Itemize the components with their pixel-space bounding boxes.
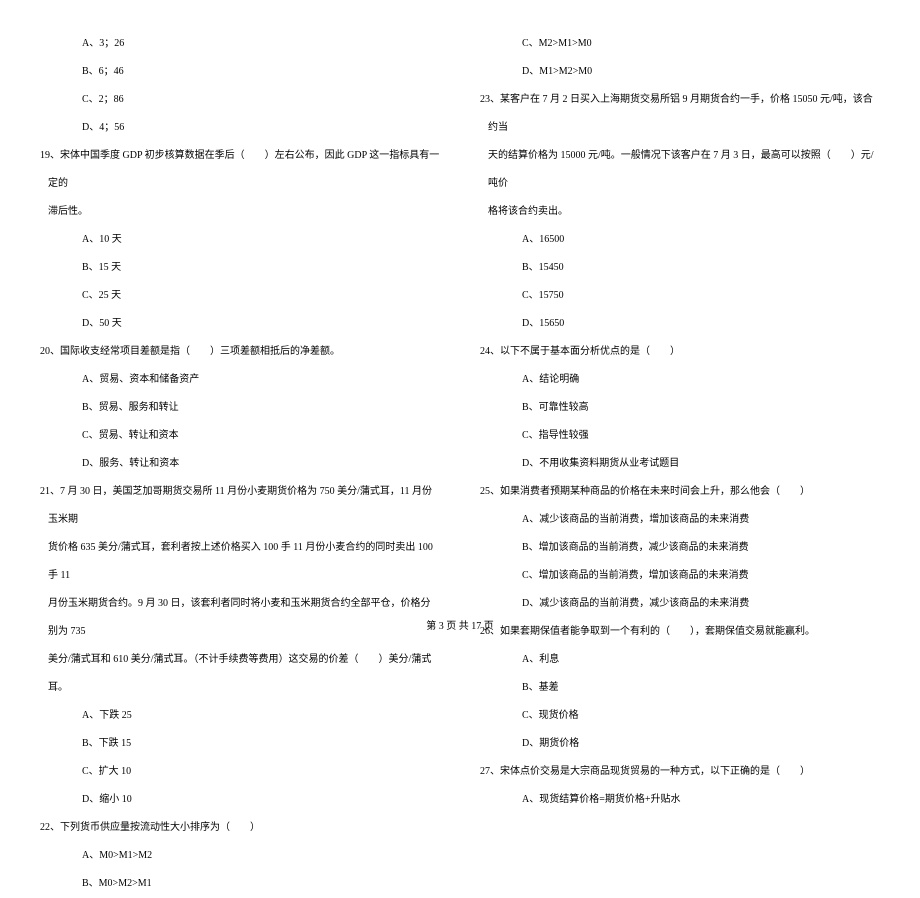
q27-option-a: A、现货结算价格=期货价格+升贴水 bbox=[480, 786, 880, 814]
q25-option-d: D、减少该商品的当前消费，减少该商品的未来消费 bbox=[480, 590, 880, 618]
q23-cont1: 天的结算价格为 15000 元/吨。一般情况下该客户在 7 月 3 日，最高可以… bbox=[480, 142, 880, 198]
q27-text: 27、宋体点价交易是大宗商品现货贸易的一种方式，以下正确的是（ ） bbox=[480, 758, 880, 786]
q24-option-d: D、不用收集资料期货从业考试题目 bbox=[480, 450, 880, 478]
q19-cont: 滞后性。 bbox=[40, 198, 440, 226]
q21-option-d: D、缩小 10 bbox=[40, 786, 440, 814]
q24-option-b: B、可靠性较高 bbox=[480, 394, 880, 422]
q19-option-d: D、50 天 bbox=[40, 310, 440, 338]
q22-text: 22、下列货币供应量按流动性大小排序为（ ） bbox=[40, 814, 440, 842]
q23-option-d: D、15650 bbox=[480, 310, 880, 338]
q22-option-c: C、M2>M1>M0 bbox=[480, 30, 880, 58]
q20-option-c: C、贸易、转让和资本 bbox=[40, 422, 440, 450]
q26-option-b: B、基差 bbox=[480, 674, 880, 702]
q19-text: 19、宋体中国季度 GDP 初步核算数据在季后（ ）左右公布，因此 GDP 这一… bbox=[40, 142, 440, 198]
q21-cont3: 美分/蒲式耳和 610 美分/蒲式耳。（不计手续费等费用）这交易的价差（ ）美分… bbox=[40, 646, 440, 702]
content-area: A、3；26 B、6；46 C、2；86 D、4；56 19、宋体中国季度 GD… bbox=[40, 30, 880, 610]
q23-option-a: A、16500 bbox=[480, 226, 880, 254]
q25-option-a: A、减少该商品的当前消费，增加该商品的未来消费 bbox=[480, 506, 880, 534]
q23-cont2: 格将该合约卖出。 bbox=[480, 198, 880, 226]
q25-text: 25、如果消费者预期某种商品的价格在未来时间会上升，那么他会（ ） bbox=[480, 478, 880, 506]
q22-option-d: D、M1>M2>M0 bbox=[480, 58, 880, 86]
q20-option-b: B、贸易、服务和转让 bbox=[40, 394, 440, 422]
q24-option-c: C、指导性较强 bbox=[480, 422, 880, 450]
q25-option-b: B、增加该商品的当前消费，减少该商品的未来消费 bbox=[480, 534, 880, 562]
q22-option-a: A、M0>M1>M2 bbox=[40, 842, 440, 870]
q26-option-c: C、现货价格 bbox=[480, 702, 880, 730]
left-column: A、3；26 B、6；46 C、2；86 D、4；56 19、宋体中国季度 GD… bbox=[40, 30, 440, 610]
q24-text: 24、以下不属于基本面分析优点的是（ ） bbox=[480, 338, 880, 366]
q20-text: 20、国际收支经常项目差额是指（ ）三项差额相抵后的净差额。 bbox=[40, 338, 440, 366]
q18-option-a: A、3；26 bbox=[40, 30, 440, 58]
q21-option-b: B、下跌 15 bbox=[40, 730, 440, 758]
page-footer: 第 3 页 共 17 页 bbox=[0, 617, 920, 632]
q22-option-b: B、M0>M2>M1 bbox=[40, 870, 440, 898]
q26-option-d: D、期货价格 bbox=[480, 730, 880, 758]
q18-option-b: B、6；46 bbox=[40, 58, 440, 86]
q21-text: 21、7 月 30 日，美国芝加哥期货交易所 11 月份小麦期货价格为 750 … bbox=[40, 478, 440, 534]
q23-option-b: B、15450 bbox=[480, 254, 880, 282]
q18-option-c: C、2；86 bbox=[40, 86, 440, 114]
q20-option-a: A、贸易、资本和储备资产 bbox=[40, 366, 440, 394]
q23-text: 23、某客户在 7 月 2 日买入上海期货交易所铝 9 月期货合约一手，价格 1… bbox=[480, 86, 880, 142]
q25-option-c: C、增加该商品的当前消费，增加该商品的未来消费 bbox=[480, 562, 880, 590]
q26-option-a: A、利息 bbox=[480, 646, 880, 674]
q21-cont1: 货价格 635 美分/蒲式耳，套利者按上述价格买入 100 手 11 月份小麦合… bbox=[40, 534, 440, 590]
q21-option-c: C、扩大 10 bbox=[40, 758, 440, 786]
q19-option-b: B、15 天 bbox=[40, 254, 440, 282]
right-column: C、M2>M1>M0 D、M1>M2>M0 23、某客户在 7 月 2 日买入上… bbox=[480, 30, 880, 610]
q20-option-d: D、服务、转让和资本 bbox=[40, 450, 440, 478]
q21-option-a: A、下跌 25 bbox=[40, 702, 440, 730]
q19-option-c: C、25 天 bbox=[40, 282, 440, 310]
q19-option-a: A、10 天 bbox=[40, 226, 440, 254]
q18-option-d: D、4；56 bbox=[40, 114, 440, 142]
q24-option-a: A、结论明确 bbox=[480, 366, 880, 394]
q23-option-c: C、15750 bbox=[480, 282, 880, 310]
